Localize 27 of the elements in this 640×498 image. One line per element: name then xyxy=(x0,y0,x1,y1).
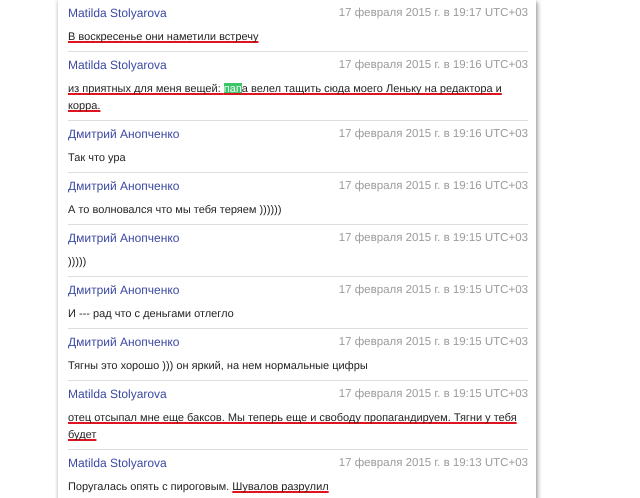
author-name[interactable]: Дмитрий Анопченко xyxy=(68,125,180,144)
author-name[interactable]: Matilda Stolyarova xyxy=(68,4,167,23)
message-text: из приятных для меня вещей: папа велел тащить сюда моего Леньку на редактора и корра. xyxy=(68,82,503,114)
message-text: отец отсыпал мне еще баксов. Мы теперь еще и свободу пропагандируем. Тягни у тебя будет xyxy=(68,411,518,443)
message-timestamp: 17 февраля 2015 г. в 19:15 UTC+03 xyxy=(338,231,528,246)
author-name[interactable]: Matilda Stolyarova xyxy=(68,56,167,75)
message-text: Поругалась опять с пироговым. Шувалов разрулил xyxy=(68,480,330,495)
author-name[interactable]: Дмитрий Анопченко xyxy=(68,177,180,196)
author-name[interactable]: Matilda Stolyarova xyxy=(68,385,167,404)
message-text: И --- рад что с деньгами отлегло xyxy=(68,307,235,322)
message-timestamp: 17 февраля 2015 г. в 19:15 UTC+03 xyxy=(338,387,528,402)
message-timestamp: 17 февраля 2015 г. в 19:16 UTC+03 xyxy=(338,179,528,194)
message-timestamp: 17 февраля 2015 г. в 19:13 UTC+03 xyxy=(338,456,528,471)
author-name[interactable]: Дмитрий Анопченко xyxy=(68,281,180,300)
message-timestamp: 17 февраля 2015 г. в 19:16 UTC+03 xyxy=(338,127,528,142)
message-timestamp: 17 февраля 2015 г. в 19:17 UTC+03 xyxy=(338,6,528,21)
message-timestamp: 17 февраля 2015 г. в 19:16 UTC+03 xyxy=(338,58,528,73)
author-name[interactable]: Matilda Stolyarova xyxy=(68,454,167,473)
message-timestamp: 17 февраля 2015 г. в 19:15 UTC+03 xyxy=(338,283,528,298)
author-name[interactable]: Дмитрий Анопченко xyxy=(68,333,180,352)
message-text: Тягны это хорошо ))) он яркий, на нем нормальные цифры xyxy=(68,359,369,374)
message-text: ))))) xyxy=(68,255,88,270)
author-name[interactable]: Дмитрий Анопченко xyxy=(68,229,180,248)
message-text: В воскресенье они наметили встречу xyxy=(68,30,260,45)
message-text: А то волновался что мы тебя теряем )))))) xyxy=(68,203,282,218)
message-timestamp: 17 февраля 2015 г. в 19:15 UTC+03 xyxy=(338,335,528,350)
message-text: Так что ура xyxy=(68,151,127,166)
